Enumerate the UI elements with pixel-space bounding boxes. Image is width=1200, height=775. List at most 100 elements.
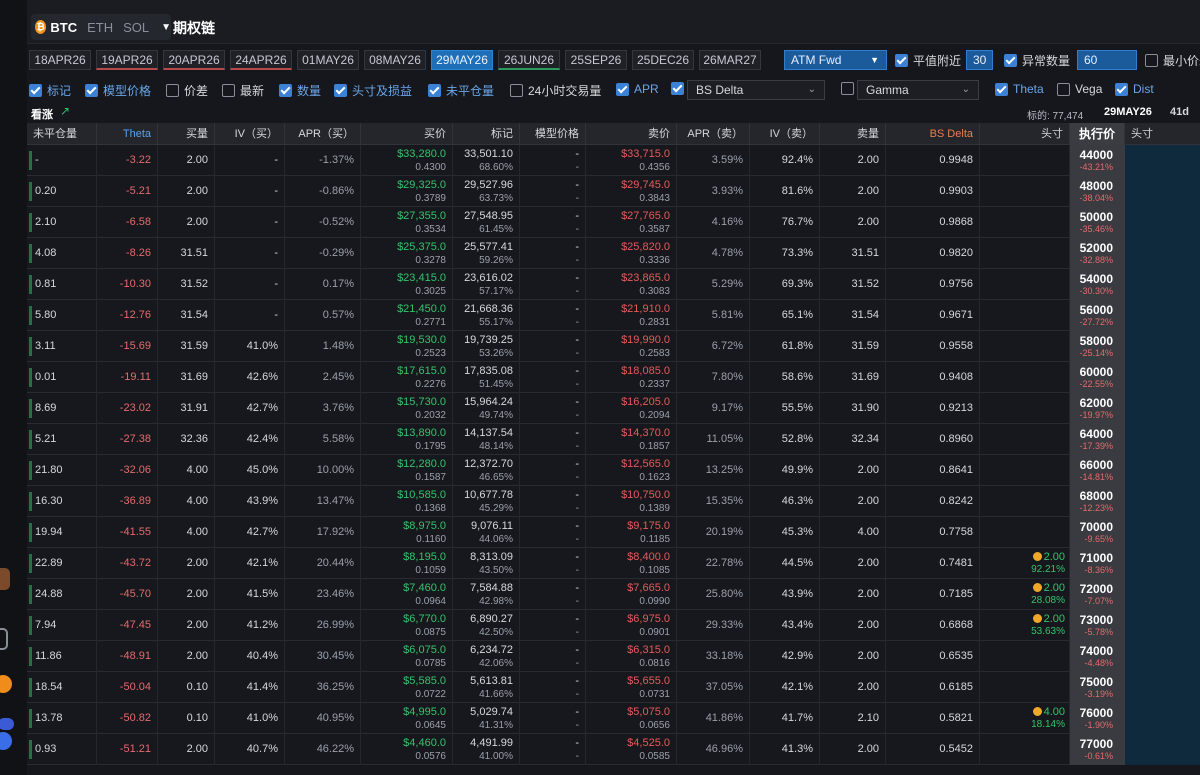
- cell-strike[interactable]: 60000 -22.55%: [1070, 362, 1125, 393]
- put-position-cell[interactable]: [1125, 176, 1200, 207]
- cell-bid[interactable]: $6,075.0 0.0785: [361, 641, 453, 672]
- cell-strike[interactable]: 73000 -5.78%: [1070, 610, 1125, 641]
- table-row[interactable]: 3.11 -15.69 31.59 41.0% 1.48% $19,530.0 0.2523…: [27, 331, 1200, 362]
- cell-bid[interactable]: $17,615.0 0.2276: [361, 362, 453, 393]
- cell-strike[interactable]: 66000 -14.81%: [1070, 455, 1125, 486]
- cell-ask[interactable]: $16,205.0 0.2094: [586, 393, 677, 424]
- cell-ask[interactable]: $5,655.0 0.0731: [586, 672, 677, 703]
- col-header-oi[interactable]: 未平仓量: [27, 123, 97, 145]
- table-row[interactable]: 18.54 -50.04 0.10 41.4% 36.25% $5,585.0 0.0722…: [27, 672, 1200, 703]
- table-row[interactable]: 21.80 -32.06 4.00 45.0% 10.00% $12,280.0 0.158…: [27, 455, 1200, 486]
- cell-bid[interactable]: $21,450.0 0.2771: [361, 300, 453, 331]
- filter-mark[interactable]: 标记: [29, 82, 71, 99]
- table-row[interactable]: 2.10 -6.58 2.00 - -0.52% $27,355.0 0.3534 27,54…: [27, 207, 1200, 238]
- chevron-down-icon[interactable]: ▼: [161, 22, 171, 33]
- cell-bid[interactable]: $4,460.0 0.0576: [361, 734, 453, 765]
- filter-spread[interactable]: 价差: [166, 82, 208, 99]
- put-position-cell[interactable]: [1125, 331, 1200, 362]
- expiry-tab[interactable]: 01MAY26: [297, 50, 359, 70]
- cell-ask[interactable]: $33,715.0 0.4356: [586, 145, 677, 176]
- checkbox[interactable]: [671, 82, 684, 95]
- filter-last[interactable]: 最新: [222, 82, 264, 99]
- col-header-bs-delta[interactable]: BS Delta: [886, 123, 980, 145]
- filter-24h-volume[interactable]: 24小时交易量: [510, 82, 601, 99]
- filter-model-price[interactable]: 模型价格: [85, 82, 151, 99]
- cell-strike[interactable]: 56000 -27.72%: [1070, 300, 1125, 331]
- cell-bid[interactable]: $5,585.0 0.0722: [361, 672, 453, 703]
- cell-position[interactable]: [980, 424, 1070, 455]
- expiry-tab[interactable]: 08MAY26: [364, 50, 426, 70]
- put-position-cell[interactable]: [1125, 207, 1200, 238]
- abnormal-qty-input[interactable]: 60: [1077, 50, 1137, 70]
- table-row[interactable]: 5.21 -27.38 32.36 42.4% 5.58% $13,890.0 0.1795…: [27, 424, 1200, 455]
- greek-vega-toggle[interactable]: Vega: [1057, 82, 1102, 96]
- cell-strike[interactable]: 77000 -0.61%: [1070, 734, 1125, 765]
- checkbox[interactable]: [841, 82, 854, 95]
- col-header-iv-ask[interactable]: IV（卖）: [750, 123, 820, 145]
- atm-mode-select[interactable]: ATM Fwd ▼: [784, 50, 887, 70]
- coin-icon[interactable]: [0, 675, 12, 693]
- table-row[interactable]: - -3.22 2.00 - -1.37% $33,280.0 0.4300 33,501.1…: [27, 145, 1200, 176]
- put-position-cell[interactable]: [1125, 362, 1200, 393]
- put-position-cell[interactable]: [1125, 610, 1200, 641]
- put-position-cell[interactable]: [1125, 145, 1200, 176]
- filter-position-pnl[interactable]: 头寸及损益: [334, 82, 412, 99]
- cell-bid[interactable]: $15,730.0 0.2032: [361, 393, 453, 424]
- delta-select[interactable]: BS Delta ⌄: [687, 80, 825, 100]
- put-position-cell[interactable]: [1125, 238, 1200, 269]
- cell-position[interactable]: [980, 269, 1070, 300]
- filter-apr[interactable]: APR: [616, 82, 659, 96]
- cell-bid[interactable]: $27,355.0 0.3534: [361, 207, 453, 238]
- col-header-apr-bid[interactable]: APR（买）: [285, 123, 361, 145]
- cell-strike[interactable]: 54000 -30.30%: [1070, 269, 1125, 300]
- cell-ask[interactable]: $7,665.0 0.0990: [586, 579, 677, 610]
- put-position-cell[interactable]: [1125, 703, 1200, 734]
- checkbox[interactable]: [85, 84, 98, 97]
- col-header-apr-ask[interactable]: APR（卖）: [677, 123, 750, 145]
- cell-bid[interactable]: $23,415.0 0.3025: [361, 269, 453, 300]
- put-position-cell[interactable]: [1125, 672, 1200, 703]
- cell-position[interactable]: 2.00 92.21%: [980, 548, 1070, 579]
- checkbox[interactable]: [616, 82, 629, 96]
- cell-strike[interactable]: 50000 -35.46%: [1070, 207, 1125, 238]
- cell-strike[interactable]: 71000 -8.36%: [1070, 548, 1125, 579]
- cell-bid[interactable]: $4,995.0 0.0645: [361, 703, 453, 734]
- checkbox[interactable]: [222, 84, 235, 97]
- checkbox[interactable]: [29, 84, 42, 97]
- expiry-tab[interactable]: 25DEC26: [632, 50, 694, 70]
- greek-dist-toggle[interactable]: Dist: [1115, 82, 1154, 96]
- expiry-tab-selected[interactable]: 29MAY26: [431, 50, 493, 70]
- near-atm-count-input[interactable]: 30: [966, 50, 993, 70]
- table-row[interactable]: 13.78 -50.82 0.10 41.0% 40.95% $4,995.0 0.0645…: [27, 703, 1200, 734]
- cell-ask[interactable]: $14,370.0 0.1857: [586, 424, 677, 455]
- col-header-bid-qty[interactable]: 买量: [158, 123, 215, 145]
- put-position-cell[interactable]: [1125, 269, 1200, 300]
- cell-bid[interactable]: $25,375.0 0.3278: [361, 238, 453, 269]
- coin-switcher[interactable]: ₿ BTC ETH SOL ▼: [31, 14, 171, 40]
- table-row[interactable]: 0.93 -51.21 2.00 40.7% 46.22% $4,460.0 0.0576 4…: [27, 734, 1200, 765]
- cell-strike[interactable]: 68000 -12.23%: [1070, 486, 1125, 517]
- cell-bid[interactable]: $33,280.0 0.4300: [361, 145, 453, 176]
- table-row[interactable]: 0.81 -10.30 31.52 - 0.17% $23,415.0 0.3025 23,6…: [27, 269, 1200, 300]
- cell-position[interactable]: [980, 362, 1070, 393]
- cell-bid[interactable]: $19,530.0 0.2523: [361, 331, 453, 362]
- checkbox[interactable]: [334, 84, 347, 97]
- cell-position[interactable]: 2.00 28.08%: [980, 579, 1070, 610]
- cell-strike[interactable]: 74000 -4.48%: [1070, 641, 1125, 672]
- cell-ask[interactable]: $27,765.0 0.3587: [586, 207, 677, 238]
- cell-strike[interactable]: 64000 -17.39%: [1070, 424, 1125, 455]
- cell-bid[interactable]: $10,585.0 0.1368: [361, 486, 453, 517]
- put-position-cell[interactable]: [1125, 393, 1200, 424]
- checkbox[interactable]: [995, 82, 1008, 96]
- table-row[interactable]: 19.94 -41.55 4.00 42.7% 17.92% $8,975.0 0.1160…: [27, 517, 1200, 548]
- put-position-cell[interactable]: [1125, 517, 1200, 548]
- cell-ask[interactable]: $18,085.0 0.2337: [586, 362, 677, 393]
- min-price-toggle[interactable]: 最小价差: [1145, 52, 1200, 69]
- cell-position[interactable]: [980, 331, 1070, 362]
- cell-ask[interactable]: $19,990.0 0.2583: [586, 331, 677, 362]
- cell-position[interactable]: [980, 300, 1070, 331]
- col-header-ask-qty[interactable]: 卖量: [820, 123, 886, 145]
- coin-tab-sol[interactable]: SOL: [123, 20, 149, 35]
- checkbox[interactable]: [428, 84, 441, 97]
- expiry-tab[interactable]: 26MAR27: [699, 50, 761, 70]
